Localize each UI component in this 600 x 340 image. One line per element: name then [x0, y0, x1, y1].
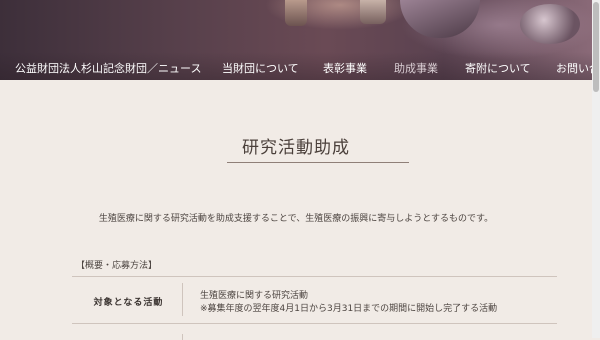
row-divider-next — [182, 334, 183, 340]
nav-item-contact[interactable]: お問い合 — [556, 60, 592, 76]
nav-item-grants[interactable]: 助成事業 — [394, 60, 438, 76]
hero-microscope-part — [285, 0, 307, 26]
section-label-overview: 【概要・応募方法】 — [76, 261, 158, 271]
row-divider — [182, 283, 183, 316]
row-value-note: ※募集年度の翌年度4月1日から3月31日までの期間に開始し完了する活動 — [200, 304, 498, 314]
hero-microscope-lens-2 — [520, 4, 580, 44]
page-scrollbar[interactable] — [592, 0, 600, 338]
scrollbar-thumb[interactable] — [593, 2, 599, 92]
nav-item-awards[interactable]: 表彰事業 — [323, 60, 367, 76]
row-label-target-activity: 対象となる活動 — [93, 298, 164, 308]
table-row-rule — [72, 323, 557, 324]
row-value-line: 生殖医療に関する研究活動 — [200, 291, 309, 301]
intro-text: 生殖医療に関する研究活動を助成支援することで、生殖医療の振興に寄与しようとするも… — [98, 214, 494, 224]
hero-microscope-part-2 — [360, 0, 386, 24]
hero-banner: 公益財団法人杉山記念財団／ニュース 当財団について 表彰事業 助成事業 寄附につ… — [0, 0, 592, 80]
nav-site-title-link[interactable]: 公益財団法人杉山記念財団／ニュース — [15, 60, 201, 76]
table-top-rule — [72, 276, 557, 277]
title-underline — [227, 162, 409, 163]
main-nav: 公益財団法人杉山記念財団／ニュース 当財団について 表彰事業 助成事業 寄附につ… — [0, 52, 592, 80]
page-title: 研究活動助成 — [242, 138, 350, 158]
nav-item-about[interactable]: 当財団について — [222, 60, 299, 76]
nav-item-donation[interactable]: 寄附について — [465, 60, 531, 76]
